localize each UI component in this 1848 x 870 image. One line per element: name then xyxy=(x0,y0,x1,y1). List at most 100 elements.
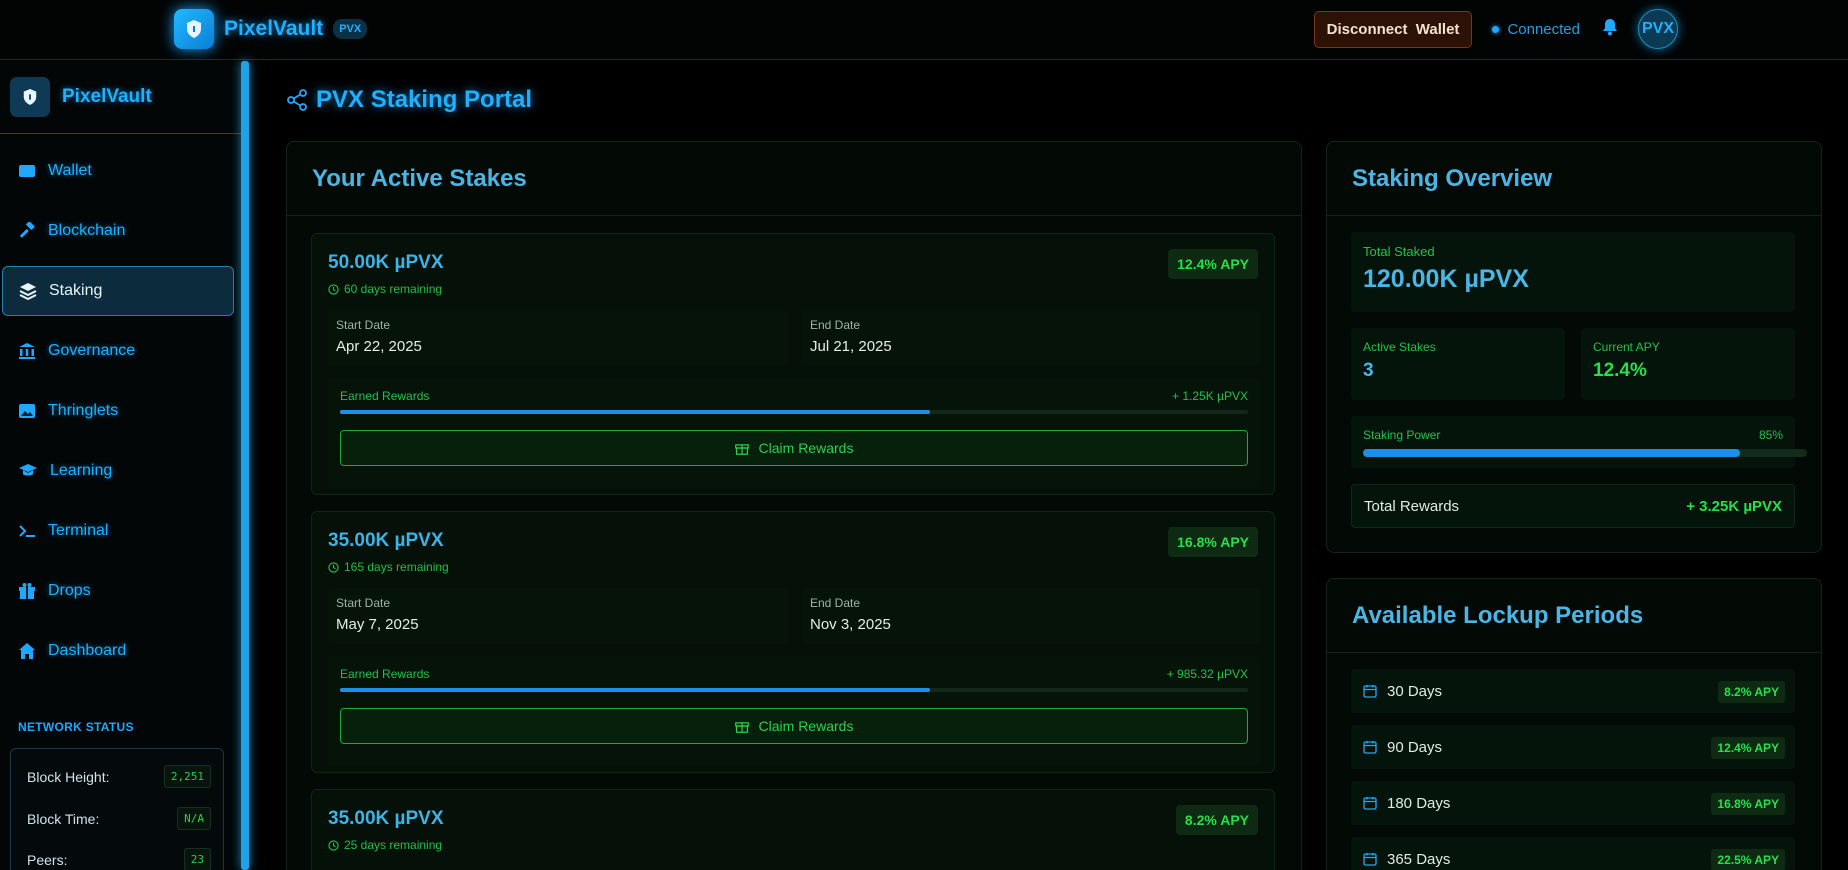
calendar-icon xyxy=(1363,741,1377,754)
claim-rewards-button[interactable]: Claim Rewards xyxy=(340,708,1248,744)
sidebar-item-blockchain[interactable]: Blockchain xyxy=(2,206,234,256)
stake-days-remaining: 165 days remaining xyxy=(328,560,449,574)
sidebar-item-terminal[interactable]: Terminal xyxy=(2,506,234,556)
stake-amount: 50.00K µPVX xyxy=(328,252,444,273)
sidebar-item-dashboard[interactable]: Dashboard xyxy=(2,626,234,676)
total-rewards-value: + 3.25K µPVX xyxy=(1686,498,1782,515)
apy-badge: 12.4% APY xyxy=(1168,249,1258,279)
lockup-option-30[interactable]: 30 Days 8.2% APY xyxy=(1351,669,1795,713)
top-bar: PixelVault PVX Disconnect Wallet Connect… xyxy=(0,0,1848,60)
sidebar-item-label: Drops xyxy=(48,582,91,599)
avatar[interactable]: PVX xyxy=(1638,9,1678,49)
lockup-option-90[interactable]: 90 Days 12.4% APY xyxy=(1351,725,1795,769)
stake-card: 35.00K µPVX 25 days remaining 8.2% APY xyxy=(311,789,1275,870)
start-date-label: Start Date xyxy=(336,318,391,332)
total-staked-label: Total Staked xyxy=(1363,244,1435,259)
stake-days-text: 60 days remaining xyxy=(344,282,443,296)
sidebar-item-drops[interactable]: Drops xyxy=(2,566,234,616)
sidebar-item-staking[interactable]: Staking xyxy=(2,266,234,316)
total-rewards-label: Total Rewards xyxy=(1364,498,1460,515)
sidebar-item-learning[interactable]: Learning xyxy=(2,446,234,496)
network-status-title: NETWORK STATUS xyxy=(18,720,134,734)
stake-days-text: 165 days remaining xyxy=(344,560,449,574)
lockup-apy-badge: 12.4% APY xyxy=(1711,737,1785,759)
sidebar-item-label: Staking xyxy=(49,282,103,299)
hammer-icon xyxy=(20,222,35,238)
lockup-apy-badge: 22.5% APY xyxy=(1711,849,1785,870)
start-date-label: Start Date xyxy=(336,596,391,610)
sidebar-brand[interactable]: PixelVault xyxy=(10,77,152,117)
earned-rewards-section: Earned Rewards + 985.32 µPVX Claim Rewar… xyxy=(328,656,1260,766)
network-value: 23 xyxy=(183,848,211,870)
end-date-box: End Date Jul 21, 2025 xyxy=(802,310,1260,366)
staking-power-fill xyxy=(1363,449,1741,457)
sidebar-brand-name: PixelVault xyxy=(62,86,152,107)
stake-days-remaining: 25 days remaining xyxy=(328,838,442,852)
current-apy-label: Current APY xyxy=(1593,340,1660,354)
start-date-box: Start Date May 7, 2025 xyxy=(328,588,788,644)
gift-icon xyxy=(734,722,749,733)
end-date-label: End Date xyxy=(810,596,861,610)
sidebar-item-label: Governance xyxy=(48,342,136,359)
calendar-icon xyxy=(1363,685,1377,698)
total-staked-value: 120.00K µPVX xyxy=(1363,265,1529,293)
sidebar-divider xyxy=(0,133,241,134)
apy-badge: 8.2% APY xyxy=(1175,805,1258,835)
sidebar-nav: Wallet Blockchain Staking Governance Thr… xyxy=(2,146,234,686)
rewards-progress-fill xyxy=(340,410,931,414)
header-brand[interactable]: PixelVault PVX xyxy=(174,9,368,49)
active-stakes-box: Active Stakes 3 xyxy=(1351,328,1565,400)
stake-card: 50.00K µPVX 60 days remaining 12.4% APY … xyxy=(311,233,1275,495)
current-apy-box: Current APY 12.4% xyxy=(1581,328,1795,400)
rewards-progress-bar xyxy=(340,688,1248,692)
gift-icon xyxy=(19,583,35,599)
end-date-box: End Date Nov 3, 2025 xyxy=(802,588,1260,644)
sidebar-item-thringlets[interactable]: Thringlets xyxy=(2,386,234,436)
earned-rewards-label: Earned Rewards xyxy=(340,667,430,681)
earned-rewards-section: Earned Rewards + 1.25K µPVX Claim Reward… xyxy=(328,378,1260,488)
staking-power-box: Staking Power 85% xyxy=(1351,416,1807,468)
share-icon xyxy=(287,89,307,111)
home-icon xyxy=(19,643,35,659)
status-dot-icon xyxy=(1492,25,1500,33)
active-stakes-panel: Your Active Stakes 50.00K µPVX 60 days r… xyxy=(286,141,1302,870)
sidebar-item-wallet[interactable]: Wallet xyxy=(2,146,234,196)
lockup-option-180[interactable]: 180 Days 16.8% APY xyxy=(1351,781,1795,825)
sidebar-item-label: Blockchain xyxy=(48,222,126,239)
rewards-progress-fill xyxy=(340,688,931,692)
end-date-label: End Date xyxy=(810,318,861,332)
start-date-box: Start Date Apr 22, 2025 xyxy=(328,310,788,366)
clock-icon xyxy=(328,283,339,295)
lockup-option-365[interactable]: 365 Days 22.5% APY xyxy=(1351,837,1795,870)
graduation-cap-icon xyxy=(19,464,37,476)
lockup-apy-badge: 16.8% APY xyxy=(1711,793,1785,815)
shield-logo-icon xyxy=(10,77,50,117)
stake-amount: 35.00K µPVX xyxy=(328,808,444,829)
brand-name: PixelVault xyxy=(224,17,324,40)
network-status-panel: Block Height: 2,251 Block Time: N/A Peer… xyxy=(10,748,224,870)
claim-rewards-label: Claim Rewards xyxy=(758,718,854,734)
earned-rewards-value: + 985.32 µPVX xyxy=(1166,667,1248,681)
end-date-value: Nov 3, 2025 xyxy=(810,616,891,633)
apy-badge: 16.8% APY xyxy=(1168,527,1258,557)
calendar-icon xyxy=(1363,797,1377,810)
gift-icon xyxy=(734,444,749,455)
disconnect-wallet-button[interactable]: Disconnect Wallet xyxy=(1313,10,1473,48)
claim-rewards-button[interactable]: Claim Rewards xyxy=(340,430,1248,466)
earned-rewards-label: Earned Rewards xyxy=(340,389,430,403)
bell-icon[interactable] xyxy=(1602,18,1618,41)
page-title-text: PVX Staking Portal xyxy=(316,86,533,113)
network-label: Block Height: xyxy=(27,768,110,785)
network-value: N/A xyxy=(177,807,211,830)
start-date-value: Apr 22, 2025 xyxy=(336,338,422,355)
sidebar-item-label: Learning xyxy=(50,462,113,479)
sidebar-scrollbar[interactable] xyxy=(241,61,249,870)
total-staked-box: Total Staked 120.00K µPVX xyxy=(1351,232,1795,312)
stake-days-remaining: 60 days remaining xyxy=(328,282,442,296)
terminal-icon xyxy=(19,525,35,537)
sidebar-item-governance[interactable]: Governance xyxy=(2,326,234,376)
stake-amount: 35.00K µPVX xyxy=(328,530,444,551)
brand-badge: PVX xyxy=(333,19,368,39)
current-apy-value: 12.4% xyxy=(1593,360,1647,381)
active-stakes-label: Active Stakes xyxy=(1363,340,1436,354)
